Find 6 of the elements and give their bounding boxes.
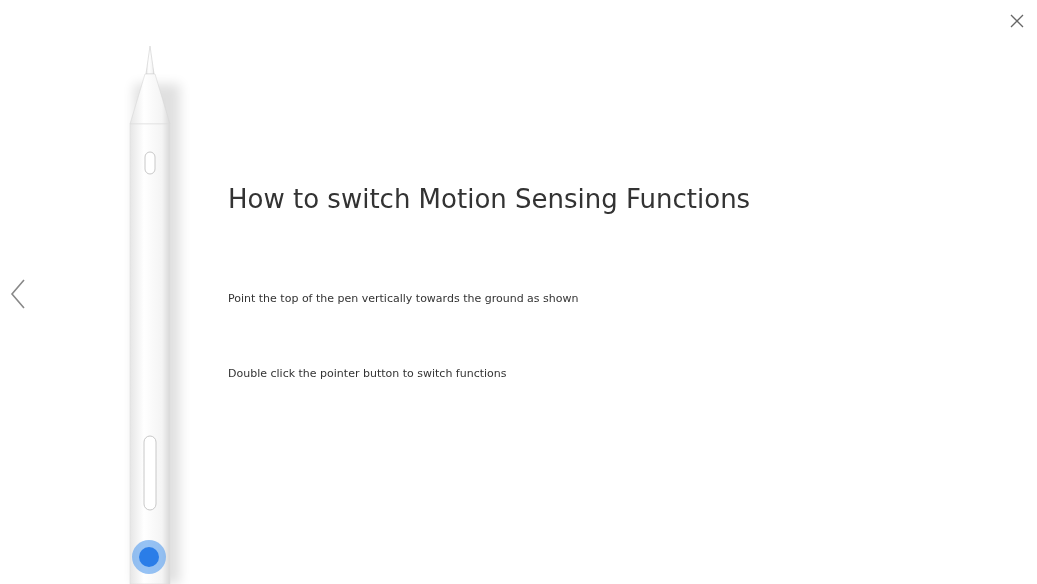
instruction-step: Double click the pointer button to switch functions — [228, 367, 997, 380]
instruction-title: How to switch Motion Sensing Functions — [228, 184, 752, 214]
close-icon — [1010, 14, 1024, 28]
instruction-step: Point the top of the pen vertically towards the ground as shown — [228, 292, 997, 305]
close-button[interactable] — [1008, 12, 1026, 30]
chevron-left-icon — [10, 278, 26, 310]
